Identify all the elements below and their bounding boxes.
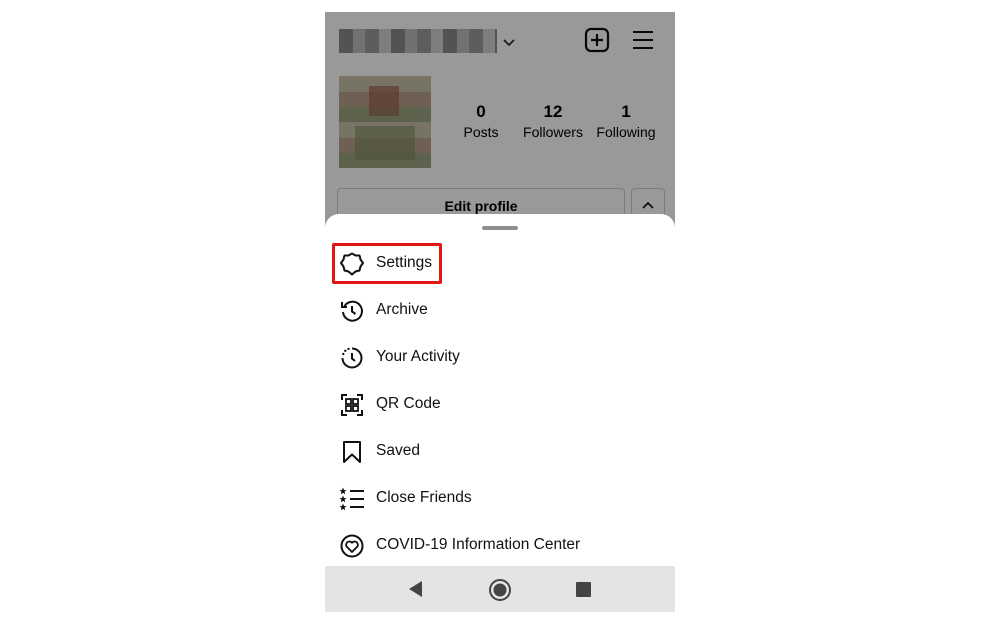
menu-item-label: Close Friends [376, 489, 472, 506]
menu-item-covid-info[interactable]: COVID-19 Information Center [339, 525, 669, 565]
menu-item-label: COVID-19 Information Center [376, 536, 581, 553]
activity-icon [341, 347, 363, 369]
menu-item-archive[interactable]: Archive [339, 290, 669, 330]
recent-apps-icon[interactable] [576, 582, 591, 597]
menu-item-label: Archive [376, 301, 428, 318]
phone-screen: 0 Posts 12 Followers 1 Following Edit pr… [325, 12, 675, 612]
home-icon[interactable] [488, 578, 512, 602]
menu-item-your-activity[interactable]: Your Activity [339, 337, 669, 377]
bookmark-icon [343, 441, 361, 463]
menu-item-saved[interactable]: Saved [339, 431, 669, 471]
menu-item-qr-code[interactable]: QR Code [339, 384, 669, 424]
close-friends-icon [339, 487, 364, 511]
menu-item-close-friends[interactable]: Close Friends [339, 478, 669, 518]
menu-item-label: Saved [376, 442, 420, 459]
menu-item-label: Your Activity [376, 348, 460, 365]
qr-code-icon [341, 394, 363, 416]
android-nav-bar [325, 566, 675, 612]
menu-item-label: QR Code [376, 395, 441, 412]
back-icon[interactable] [407, 580, 425, 598]
sheet-drag-handle[interactable] [482, 226, 518, 230]
covid-info-icon [340, 534, 364, 558]
bottom-sheet-menu: Settings Archive Your Activity QR Code S… [325, 214, 675, 566]
settings-highlight-box [332, 243, 442, 284]
archive-icon [341, 300, 363, 322]
